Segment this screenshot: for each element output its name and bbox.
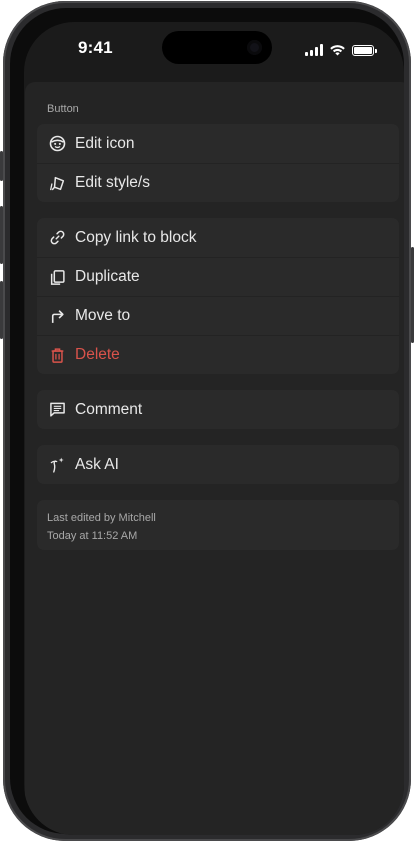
- comment-icon: [47, 400, 67, 420]
- cellular-signal-icon: [305, 44, 323, 56]
- menu-item-edit-styles[interactable]: Edit style/s: [37, 163, 399, 202]
- volume-up-button: [0, 206, 3, 264]
- wifi-icon: [330, 45, 345, 56]
- menu-item-label: Comment: [75, 400, 143, 418]
- menu-group-actions: Copy link to block Duplicate Move to Del…: [37, 218, 399, 374]
- context-menu-sheet: Button Edit icon Edit style/s Copy link …: [25, 82, 404, 835]
- menu-item-label: Edit style/s: [75, 174, 150, 191]
- menu-item-delete[interactable]: Delete: [37, 335, 399, 374]
- screen: 9:41 Button Edit icon Edit style/s Copy …: [24, 22, 404, 835]
- dynamic-island: [162, 31, 272, 64]
- phone-frame: 9:41 Button Edit icon Edit style/s Copy …: [0, 1, 414, 841]
- menu-group-comment: Comment: [37, 390, 399, 429]
- section-title: Button: [47, 103, 79, 115]
- battery-icon: [352, 45, 377, 56]
- power-button: [411, 247, 414, 343]
- smiley-face-icon: [47, 134, 67, 154]
- last-edited-card: Last edited by Mitchell Today at 11:52 A…: [37, 500, 399, 550]
- duplicate-icon: [47, 267, 67, 287]
- mute-switch: [0, 151, 3, 181]
- trash-icon: [47, 345, 67, 365]
- menu-item-duplicate[interactable]: Duplicate: [37, 257, 399, 296]
- menu-item-label: Edit icon: [75, 134, 135, 152]
- menu-item-label: Duplicate: [75, 268, 140, 285]
- menu-group-ai: Ask AI: [37, 445, 399, 484]
- phone-bezel: 9:41 Button Edit icon Edit style/s Copy …: [10, 8, 404, 835]
- menu-item-move-to[interactable]: Move to: [37, 296, 399, 335]
- menu-item-comment[interactable]: Comment: [37, 390, 399, 429]
- menu-item-label: Copy link to block: [75, 228, 197, 246]
- volume-down-button: [0, 281, 3, 339]
- move-arrow-icon: [47, 306, 67, 326]
- last-edited-by: Last edited by Mitchell: [47, 512, 156, 524]
- menu-item-label: Ask AI: [75, 455, 119, 473]
- menu-item-label: Delete: [75, 346, 120, 363]
- menu-item-copy-link[interactable]: Copy link to block: [37, 218, 399, 257]
- menu-item-ask-ai[interactable]: Ask AI: [37, 445, 399, 484]
- last-edited-info: Last edited by Mitchell Today at 11:52 A…: [37, 500, 399, 545]
- status-time: 9:41: [78, 38, 113, 57]
- ai-sparkle-icon: [47, 455, 67, 475]
- paint-style-icon: [47, 173, 67, 193]
- status-icons: [305, 42, 377, 56]
- link-icon: [47, 228, 67, 248]
- menu-item-edit-icon[interactable]: Edit icon: [37, 124, 399, 163]
- menu-group-edit: Edit icon Edit style/s: [37, 124, 399, 202]
- menu-item-label: Move to: [75, 307, 131, 324]
- last-edited-time: Today at 11:52 AM: [47, 530, 138, 542]
- camera-lens: [247, 40, 262, 55]
- status-bar: 9:41: [24, 22, 404, 77]
